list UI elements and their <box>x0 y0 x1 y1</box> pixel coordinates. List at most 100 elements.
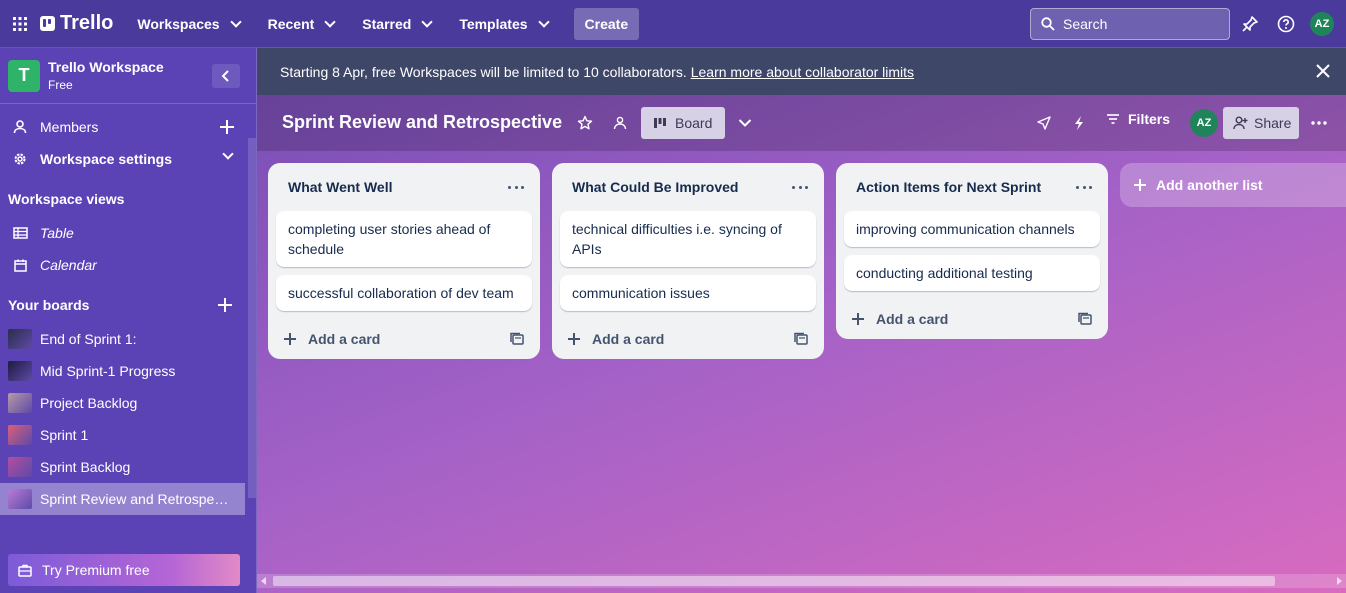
add-list-button[interactable]: Add another list <box>1120 163 1346 207</box>
add-member-icon[interactable] <box>220 120 234 134</box>
add-card-button[interactable]: Add a card <box>552 319 824 359</box>
card[interactable]: successful collaboration of dev team <box>276 275 532 311</box>
sidebar-board-item[interactable]: Mid Sprint-1 Progress <box>0 355 245 387</box>
board-canvas: Sprint Review and Retrospective Board Fi… <box>257 95 1346 593</box>
nav-recent[interactable]: Recent <box>258 8 349 40</box>
sidebar-item-workspace-settings[interactable]: Workspace settings <box>0 143 248 175</box>
board-thumbnail <box>8 393 32 413</box>
create-from-template-icon[interactable] <box>1078 312 1092 326</box>
nav-templates[interactable]: Templates <box>449 8 561 40</box>
chevron-down-icon <box>537 15 550 28</box>
chevron-down-icon <box>421 15 433 28</box>
create-from-template-icon[interactable] <box>794 332 808 346</box>
share-button[interactable]: Share <box>1223 107 1299 139</box>
automation-icon[interactable] <box>1069 113 1089 133</box>
list-actions-icon[interactable] <box>792 179 808 195</box>
card[interactable]: technical difficulties i.e. syncing of A… <box>560 211 816 267</box>
list-title[interactable]: What Could Be Improved <box>572 179 738 195</box>
sidebar-board-item[interactable]: Sprint Review and Retrospective <box>0 483 245 515</box>
plus-icon <box>284 333 296 345</box>
sidebar-item-calendar[interactable]: Calendar <box>0 249 248 281</box>
collapse-sidebar-button[interactable] <box>212 64 240 88</box>
app-switcher-icon[interactable] <box>0 0 40 48</box>
views-dropdown-icon[interactable] <box>735 113 755 133</box>
help-icon[interactable] <box>1274 12 1298 36</box>
chevron-down-icon <box>229 15 242 28</box>
banner-learn-more-link[interactable]: Learn more about collaborator limits <box>691 64 914 80</box>
nav-starred[interactable]: Starred <box>352 8 445 40</box>
board-header: Sprint Review and Retrospective Board Fi… <box>257 95 1346 151</box>
trello-logo[interactable]: Trello <box>40 12 113 35</box>
sidebar-item-members[interactable]: Members <box>0 111 248 143</box>
list-header[interactable]: Action Items for Next Sprint <box>836 163 1108 211</box>
sidebar-scrollbar[interactable] <box>248 138 256 498</box>
nav-workspaces[interactable]: Workspaces <box>127 8 253 40</box>
premium-label: Try Premium free <box>42 562 150 578</box>
list-title[interactable]: What Went Well <box>288 179 392 195</box>
close-icon[interactable] <box>1314 62 1332 80</box>
list-actions-icon[interactable] <box>1076 179 1092 195</box>
list: What Could Be Improved technical difficul… <box>552 163 824 359</box>
workspace-plan: Free <box>48 77 73 92</box>
list-header[interactable]: What Could Be Improved <box>552 163 824 211</box>
calendar-icon <box>12 259 28 272</box>
add-card-label: Add a card <box>308 331 381 347</box>
list-title[interactable]: Action Items for Next Sprint <box>856 179 1041 195</box>
workspace-header: T Trello Workspace Free <box>0 48 256 104</box>
board-member-avatar[interactable]: AZ <box>1190 109 1218 137</box>
workspace-visibility-icon[interactable] <box>610 113 630 133</box>
sidebar-board-item[interactable]: Sprint Backlog <box>0 451 245 483</box>
sidebar-board-item[interactable]: Project Backlog <box>0 387 245 419</box>
search-input[interactable]: Search <box>1030 8 1230 40</box>
scroll-right-arrow-icon[interactable] <box>1337 577 1342 585</box>
board-view-button[interactable]: Board <box>641 107 725 139</box>
scroll-left-arrow-icon[interactable] <box>261 577 266 585</box>
scrollbar-thumb[interactable] <box>273 576 1275 586</box>
card[interactable]: completing user stories ahead of schedul… <box>276 211 532 267</box>
power-ups-icon[interactable] <box>1034 113 1054 133</box>
search-placeholder: Search <box>1063 16 1108 32</box>
board-name: Sprint Backlog <box>40 459 131 475</box>
filters-button[interactable]: Filters <box>1106 111 1170 127</box>
board-thumbnail <box>8 361 32 381</box>
nav-templates-label: Templates <box>459 15 528 32</box>
workspace-logo: T <box>8 59 40 92</box>
star-icon[interactable] <box>575 113 595 133</box>
add-list-label: Add another list <box>1156 177 1263 193</box>
sidebar-item-table[interactable]: Table <box>0 217 248 249</box>
try-premium-button[interactable]: Try Premium free <box>8 554 240 586</box>
board-title[interactable]: Sprint Review and Retrospective <box>282 112 562 133</box>
card[interactable]: communication issues <box>560 275 816 311</box>
nav-recent-label: Recent <box>267 15 315 32</box>
banner-text: Starting 8 Apr, free Workspaces will be … <box>280 63 687 80</box>
add-card-button[interactable]: Add a card <box>268 319 540 359</box>
plus-icon <box>1134 179 1146 191</box>
plus-icon <box>852 313 864 325</box>
more-options-icon[interactable] <box>1309 113 1329 133</box>
board-thumbnail <box>8 489 32 509</box>
card[interactable]: improving communication channels <box>844 211 1100 247</box>
create-button[interactable]: Create <box>573 7 640 40</box>
card[interactable]: conducting additional testing <box>844 255 1100 291</box>
sidebar-item-label: Calendar <box>40 257 97 273</box>
add-card-button[interactable]: Add a card <box>836 299 1108 339</box>
notifications-icon[interactable] <box>1238 12 1262 36</box>
trello-logo-icon <box>40 16 55 31</box>
chevron-down-icon <box>324 15 336 28</box>
list: What Went Well completing user stories ah… <box>268 163 540 359</box>
list-header[interactable]: What Went Well <box>268 163 540 211</box>
plus-icon <box>568 333 580 345</box>
share-label: Share <box>1254 115 1292 131</box>
add-card-label: Add a card <box>876 311 949 327</box>
user-avatar[interactable]: AZ <box>1310 12 1334 36</box>
board-name: Sprint 1 <box>40 427 89 443</box>
add-board-icon[interactable] <box>218 298 232 312</box>
create-from-template-icon[interactable] <box>510 332 524 346</box>
board-horizontal-scrollbar[interactable] <box>257 574 1346 588</box>
sidebar-board-item[interactable]: End of Sprint 1: <box>0 323 245 355</box>
sidebar-board-item[interactable]: Sprint 1 <box>0 419 245 451</box>
list-actions-icon[interactable] <box>508 179 524 195</box>
gear-icon <box>12 152 28 166</box>
chevron-left-icon <box>221 70 229 82</box>
board-view-label: Board <box>675 115 713 131</box>
